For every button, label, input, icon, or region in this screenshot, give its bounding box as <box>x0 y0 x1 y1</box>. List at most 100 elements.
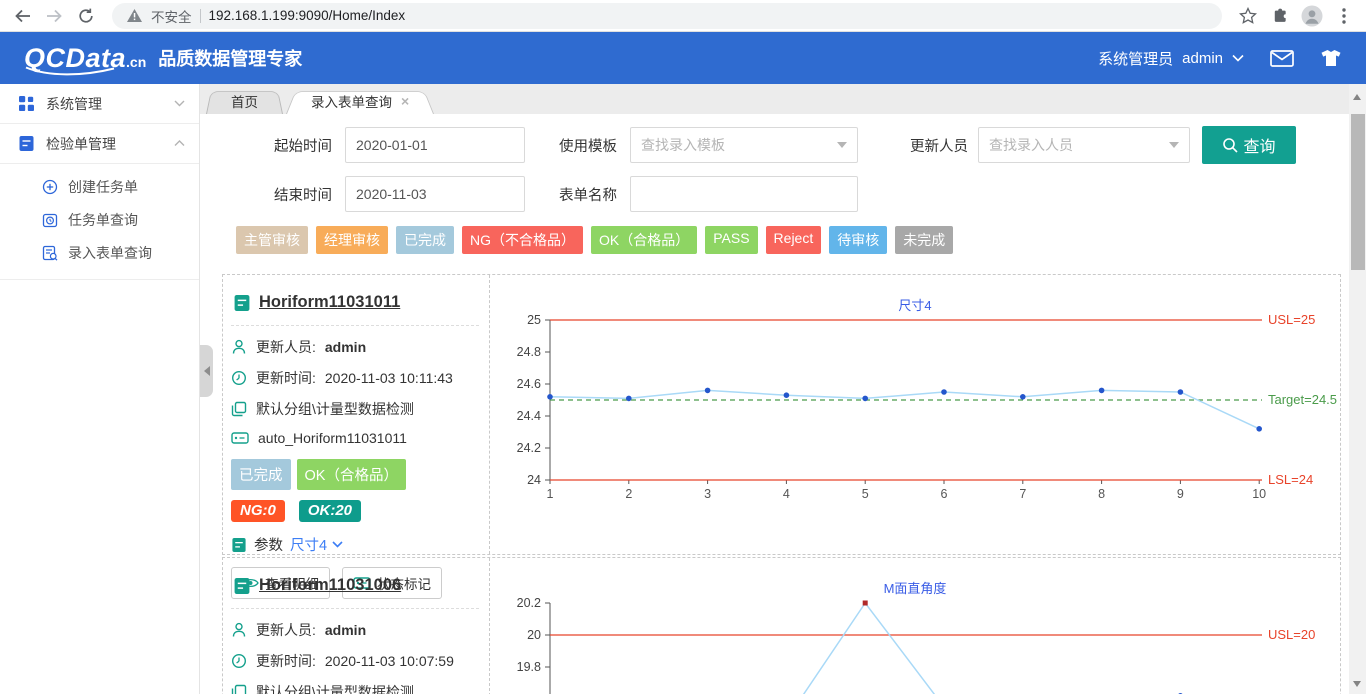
svg-text:20.2: 20.2 <box>517 596 541 610</box>
sidebar-item-inspection[interactable]: 检验单管理 <box>0 124 199 164</box>
status-badge[interactable]: OK（合格品） <box>591 226 697 254</box>
svg-text:4: 4 <box>783 487 790 501</box>
browser-menu-icon[interactable] <box>1332 4 1356 28</box>
forward-icon[interactable] <box>42 4 66 28</box>
address-bar[interactable]: 不安全 192.168.1.199:9090/Home/Index <box>112 3 1222 29</box>
user-menu[interactable]: 系统管理员 admin <box>1098 48 1244 69</box>
extensions-puzzle-icon[interactable] <box>1268 4 1292 28</box>
updater-select[interactable]: 查找录入人员 <box>978 127 1190 163</box>
sidebar: 系统管理 检验单管理 创建任务单 <box>0 84 200 694</box>
plus-circle-icon <box>42 179 58 195</box>
param-label: 参数 <box>254 534 283 555</box>
scroll-down-icon[interactable] <box>1353 681 1361 687</box>
svg-text:24: 24 <box>527 473 541 487</box>
sidebar-item-form-query[interactable]: 录入表单查询 <box>0 236 199 269</box>
person-icon <box>231 622 247 638</box>
logo-swoosh <box>24 63 116 81</box>
tab-home[interactable]: 首页 <box>206 88 283 114</box>
svg-text:1: 1 <box>547 487 554 501</box>
status-badge[interactable]: PASS <box>705 226 757 254</box>
form-result-list: Horiform11031011 更新人员: admin <box>222 274 1341 694</box>
mail-icon[interactable] <box>1270 50 1294 67</box>
sidebar-collapse-handle[interactable] <box>200 345 213 397</box>
spc-chart-尺寸4: 尺寸42524.824.624.424.22412345678910USL=25… <box>490 275 1340 554</box>
url-text: 192.168.1.199:9090/Home/Index <box>209 8 406 23</box>
back-icon[interactable] <box>10 4 34 28</box>
grid-icon <box>18 95 35 112</box>
status-badge[interactable]: 主管审核 <box>236 226 308 254</box>
tab-close-icon[interactable]: × <box>401 93 409 109</box>
group-line: 默认分组\计量型数据检测 <box>231 399 479 419</box>
end-date-input[interactable] <box>345 176 525 212</box>
vertical-scrollbar[interactable] <box>1349 84 1366 694</box>
sidebar-subitem-label: 录入表单查询 <box>68 243 152 263</box>
search-button[interactable]: 查询 <box>1202 126 1296 164</box>
form-card: Horiform11031006 更新人员: admin <box>222 557 1341 694</box>
spc-chart-M面直角度: M面直角度20.22019.819.6USL=20 <box>490 558 1340 694</box>
caret-down-icon <box>837 142 847 148</box>
start-date-input[interactable] <box>345 127 525 163</box>
status-legend: 主管审核 经理审核 已完成 NG（不合格品） OK（合格品） PASS Reje… <box>236 226 1349 254</box>
status-badge[interactable]: 经理审核 <box>316 226 388 254</box>
auto-name-line: auto_Horiform11031011 <box>231 430 479 446</box>
svg-text:USL=20: USL=20 <box>1268 627 1315 642</box>
sidebar-item-create-task[interactable]: 创建任务单 <box>0 170 199 203</box>
update-time-line: 更新时间: 2020-11-03 10:07:59 <box>231 651 479 671</box>
time-value: 2020-11-03 10:07:59 <box>325 653 454 669</box>
tag-icon <box>231 431 249 445</box>
form-doc-icon <box>233 294 251 312</box>
template-select[interactable]: 查找录入模板 <box>630 127 858 163</box>
svg-text:6: 6 <box>941 487 948 501</box>
tab-form-query[interactable]: 录入表单查询 × <box>286 88 434 114</box>
form-name-input[interactable] <box>630 176 858 212</box>
status-badge[interactable]: NG（不合格品） <box>462 226 583 254</box>
tab-strip: 首页 录入表单查询 × <box>200 84 1366 114</box>
form-card: Horiform11031011 更新人员: admin <box>222 274 1341 555</box>
status-badge[interactable]: 已完成 <box>396 226 454 254</box>
svg-text:24.2: 24.2 <box>517 441 541 455</box>
ok-counter: OK:20 <box>299 500 361 522</box>
form-title-link[interactable]: Horiform11031011 <box>259 293 400 312</box>
collapse-arrow-icon <box>204 366 210 376</box>
warning-icon <box>126 8 143 23</box>
shirt-theme-icon[interactable] <box>1320 49 1342 67</box>
sidebar-item-task-query[interactable]: 任务单查询 <box>0 203 199 236</box>
app-header: QCData.cn 品质数据管理专家 系统管理员 admin <box>0 32 1366 84</box>
chevron-down-icon <box>174 100 185 107</box>
chevron-up-icon <box>174 140 185 147</box>
copy-icon <box>231 401 247 417</box>
browser-chrome: 不安全 192.168.1.199:9090/Home/Index <box>0 0 1366 32</box>
form-search-icon <box>42 245 58 261</box>
param-select-link[interactable]: 尺寸4 <box>290 534 343 555</box>
svg-text:25: 25 <box>527 313 541 327</box>
status-badge[interactable]: Reject <box>766 226 822 254</box>
svg-text:USL=25: USL=25 <box>1268 312 1315 327</box>
bookmark-star-icon[interactable] <box>1236 4 1260 28</box>
browser-avatar[interactable] <box>1300 4 1324 28</box>
status-badge[interactable]: 待审核 <box>829 226 887 254</box>
main-area: 首页 录入表单查询 × 起始时间 使用模板 查找录入模板 更新人员 <box>200 84 1366 694</box>
chevron-down-icon <box>1232 54 1244 62</box>
template-placeholder: 查找录入模板 <box>641 135 837 155</box>
time-value: 2020-11-03 10:11:43 <box>325 370 453 386</box>
result-counters: NG:0 OK:20 <box>231 500 479 522</box>
security-label: 不安全 <box>151 6 192 26</box>
form-doc-icon <box>233 577 251 595</box>
scroll-up-icon[interactable] <box>1353 94 1361 100</box>
form-title-link[interactable]: Horiform11031006 <box>259 576 401 595</box>
svg-text:24.4: 24.4 <box>517 409 541 423</box>
updater-line: 更新人员: admin <box>231 620 479 640</box>
updater-label: 更新人员: <box>256 337 316 357</box>
svg-text:Target=24.5: Target=24.5 <box>1268 392 1337 407</box>
reload-icon[interactable] <box>74 4 98 28</box>
form-card-info: Horiform11031011 更新人员: admin <box>223 275 490 554</box>
app-logo: QCData.cn <box>24 43 146 74</box>
form-name-label: 表单名称 <box>537 184 617 205</box>
group-line: 默认分组\计量型数据检测 <box>231 682 479 694</box>
scrollbar-thumb[interactable] <box>1351 114 1365 270</box>
status-badge[interactable]: 未完成 <box>895 226 953 254</box>
filter-form: 起始时间 使用模板 查找录入模板 更新人员 查找录入人员 <box>200 114 1349 212</box>
sidebar-item-system[interactable]: 系统管理 <box>0 84 199 124</box>
app-slogan: 品质数据管理专家 <box>158 45 302 71</box>
updater-label: 更新人员 <box>888 135 968 156</box>
